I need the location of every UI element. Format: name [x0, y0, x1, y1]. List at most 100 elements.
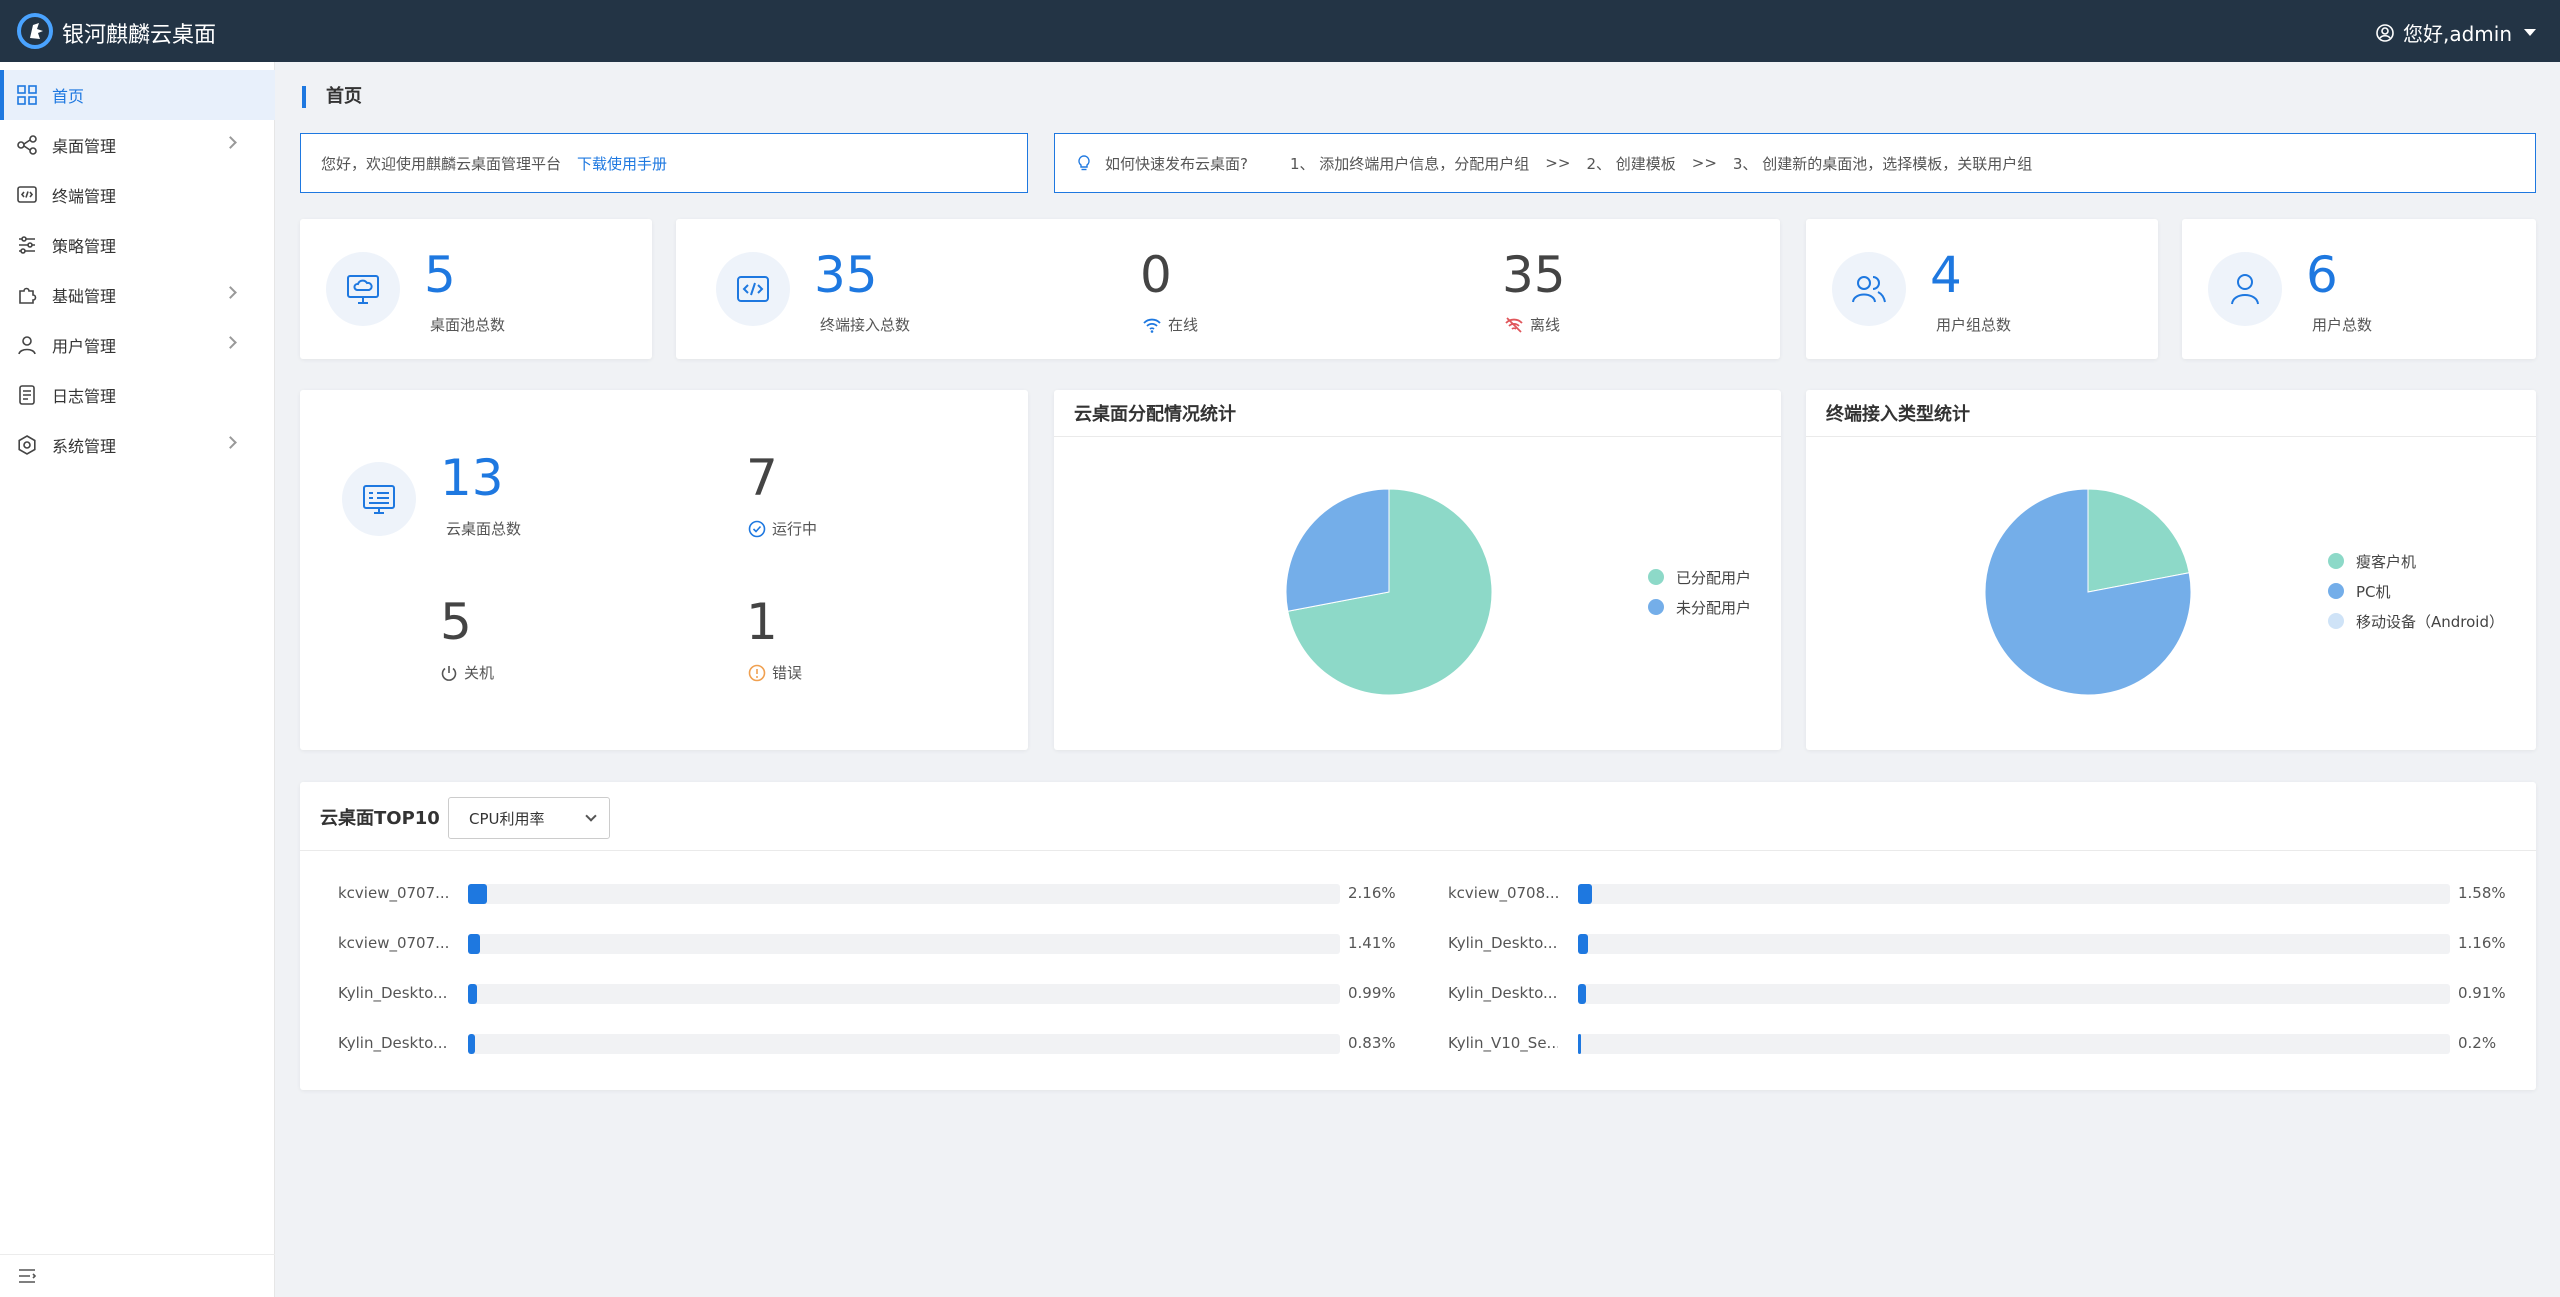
monitor-cloud-icon — [347, 275, 379, 304]
bar-fill — [1578, 1034, 1581, 1054]
legend-dot — [1648, 569, 1664, 585]
top10-row[interactable]: Kylin_Deskto... 0.99% — [338, 982, 1418, 1006]
user-greeting: 您好,admin — [2402, 22, 2512, 46]
terminal-icon-wrap — [716, 252, 790, 326]
sidebar-item-system[interactable]: 系统管理 — [0, 420, 275, 470]
legend-label: 移动设备（Android） — [2356, 612, 2504, 631]
error-status: 错误 — [748, 662, 802, 683]
legend-item[interactable]: 瘦客户机 — [2328, 546, 2504, 576]
legend-item[interactable]: 未分配用户 — [1648, 592, 1751, 622]
warning-circle-icon — [748, 664, 766, 681]
user-count: 6 — [2306, 246, 2338, 304]
sidebar-item-logs[interactable]: 日志管理 — [0, 370, 275, 420]
bar-fill — [1578, 884, 1592, 904]
legend-item[interactable]: PC机 — [2328, 576, 2504, 606]
legend-item[interactable]: 移动设备（Android） — [2328, 606, 2504, 636]
user-label: 用户总数 — [2312, 316, 2373, 334]
allocation-legend: 已分配用户 未分配用户 — [1648, 562, 1751, 622]
chevron-down-icon — [2524, 29, 2536, 36]
top10-row[interactable]: Kylin_Deskto... 0.91% — [1448, 982, 2528, 1006]
legend-dot — [1648, 599, 1664, 615]
grid-icon — [17, 85, 37, 105]
top10-row[interactable]: Kylin_V10_Se... 0.2% — [1448, 1032, 2528, 1056]
bar-track — [1578, 934, 2450, 954]
metric-select[interactable]: CPU利用率 — [448, 797, 610, 839]
bar-fill — [468, 1034, 476, 1054]
desktop-name: Kylin_Deskto... — [1448, 984, 1558, 1002]
terminal-code-icon — [17, 186, 37, 203]
sidebar-item-basic[interactable]: 基础管理 — [0, 270, 275, 320]
terminal-count: 35 — [814, 246, 878, 304]
legend-label: 瘦客户机 — [2356, 552, 2417, 571]
sidebar-item-users[interactable]: 用户管理 — [0, 320, 275, 370]
sidebar-item-terminal[interactable]: 终端管理 — [0, 170, 275, 220]
top10-row[interactable]: kcview_0707... 1.41% — [338, 932, 1418, 956]
bar-track — [468, 984, 1340, 1004]
allocation-pie-chart — [1285, 488, 1493, 696]
chevron-right-icon — [224, 136, 237, 149]
wifi-icon — [1143, 318, 1161, 333]
shutdown-label: 关机 — [464, 664, 495, 682]
bar-track — [1578, 984, 2450, 1004]
download-manual-link[interactable]: 下载使用手册 — [577, 153, 667, 174]
howto-title: 如何快速发布云桌面? — [1105, 154, 1248, 173]
howto-steps: 1、 添加终端用户信息，分配用户组 >> 2、 创建模板 >> 3、 创建新的桌… — [1290, 153, 2032, 174]
legend-label: 未分配用户 — [1676, 598, 1752, 617]
sidebar-item-home[interactable]: 首页 — [0, 70, 275, 120]
chevron-right-icon — [224, 436, 237, 449]
desktop-name: Kylin_Deskto... — [1448, 934, 1558, 952]
bar-fill — [468, 884, 487, 904]
user-group-count: 4 — [1930, 246, 1962, 304]
bar-value: 2.16% — [1348, 884, 1396, 902]
sidebar-item-label: 系统管理 — [52, 437, 117, 456]
user-menu[interactable]: 您好,admin — [2375, 18, 2536, 47]
error-label: 错误 — [772, 664, 803, 682]
user-card: 6 用户总数 — [2182, 219, 2536, 359]
sidebar-item-label: 桌面管理 — [52, 137, 117, 156]
sidebar-item-label: 基础管理 — [52, 287, 117, 306]
bar-fill — [1578, 934, 1589, 954]
offline-status: 离线 — [1504, 314, 1560, 335]
top10-row[interactable]: kcview_0707... 2.16% — [338, 882, 1418, 906]
pie-slice[interactable] — [1285, 488, 1390, 612]
top10-row[interactable]: Kylin_Deskto... 0.83% — [338, 1032, 1418, 1056]
desktop-name: kcview_0707... — [338, 934, 448, 952]
gear-icon — [18, 435, 36, 455]
bar-fill — [468, 984, 477, 1004]
bar-fill — [468, 934, 481, 954]
bar-track — [1578, 1034, 2450, 1054]
step-2: 2、 创建模板 — [1586, 154, 1676, 173]
check-circle-icon — [748, 520, 766, 537]
welcome-notice: 您好，欢迎使用麒麟云桌面管理平台 下载使用手册 — [300, 133, 1028, 193]
chevron-right-icon — [224, 286, 237, 299]
terminal-type-chart-title: 终端接入类型统计 — [1826, 404, 1970, 425]
running-label: 运行中 — [772, 520, 818, 538]
legend-dot — [2328, 613, 2344, 629]
bar-value: 0.83% — [1348, 1034, 1396, 1052]
top10-row[interactable]: kcview_0708... 1.58% — [1448, 882, 2528, 906]
desktop-pool-icon-wrap — [326, 252, 400, 326]
error-count: 1 — [746, 593, 778, 651]
desktop-list-icon — [363, 485, 395, 514]
legend-item[interactable]: 已分配用户 — [1648, 562, 1751, 592]
bar-value: 1.41% — [1348, 934, 1396, 952]
collapse-menu-icon[interactable] — [16, 1265, 38, 1287]
sliders-icon — [19, 236, 35, 254]
desktop-name: kcview_0707... — [338, 884, 448, 902]
step-separator: >> — [1545, 154, 1571, 172]
step-1: 1、 添加终端用户信息，分配用户组 — [1289, 154, 1530, 173]
users-icon — [1852, 276, 1886, 303]
lightbulb-icon — [1078, 155, 1090, 171]
kylin-logo-icon[interactable] — [16, 12, 54, 50]
offline-count: 35 — [1502, 246, 1566, 304]
top10-row[interactable]: Kylin_Deskto... 1.16% — [1448, 932, 2528, 956]
legend-dot — [2328, 553, 2344, 569]
sidebar-item-policy[interactable]: 策略管理 — [0, 220, 275, 270]
user-icon — [2231, 274, 2259, 305]
sidebar-item-desktop[interactable]: 桌面管理 — [0, 120, 275, 170]
offline-label: 离线 — [1530, 316, 1561, 334]
chevron-right-icon — [224, 336, 237, 349]
user-circle-icon — [2376, 23, 2394, 42]
shutdown-count: 5 — [440, 593, 472, 651]
sidebar-divider — [0, 1254, 275, 1255]
